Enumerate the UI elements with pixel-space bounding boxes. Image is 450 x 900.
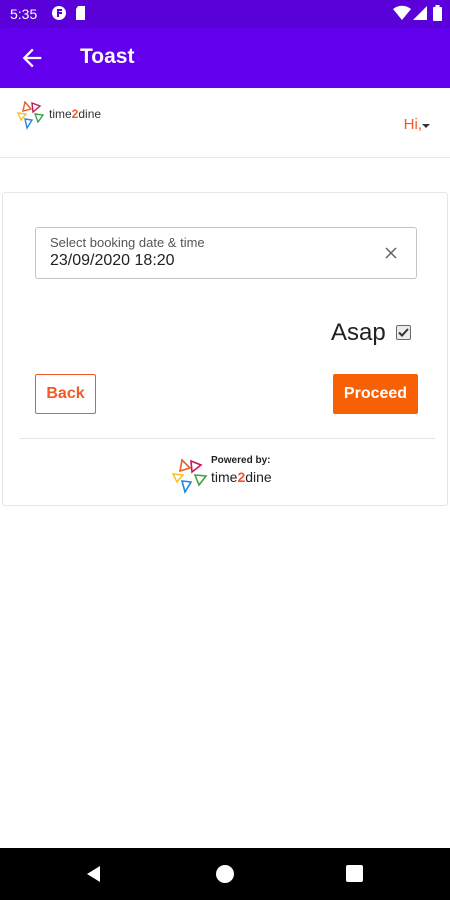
booking-date-field[interactable]: Select booking date & time 23/09/2020 18… xyxy=(35,227,417,279)
powered-by-label: Powered by: xyxy=(211,455,271,466)
page-title: Toast xyxy=(80,45,135,68)
powered-brand: time2dine xyxy=(211,469,272,485)
booking-date-label: Select booking date & time xyxy=(50,235,205,250)
nav-recents-icon[interactable] xyxy=(346,865,363,882)
time2dine-logo xyxy=(16,100,45,130)
header-card: time2dine Hi, xyxy=(0,92,450,158)
signal-icon xyxy=(413,6,427,20)
back-arrow-icon[interactable] xyxy=(18,44,46,72)
battery-icon xyxy=(433,5,442,21)
nav-back-icon[interactable] xyxy=(84,864,104,884)
system-nav-bar xyxy=(0,848,450,900)
asap-checkbox[interactable] xyxy=(396,325,411,340)
time2dine-logo-footer xyxy=(171,458,208,495)
status-bar: 5:35 xyxy=(0,0,450,28)
nav-home-icon[interactable] xyxy=(216,865,234,883)
proceed-button[interactable]: Proceed xyxy=(333,374,418,414)
booking-date-value[interactable]: 23/09/2020 18:20 xyxy=(50,252,175,270)
status-time: 5:35 xyxy=(10,6,38,22)
checkmark-icon xyxy=(398,328,409,337)
app-bar: Toast xyxy=(0,28,450,88)
back-button[interactable]: Back xyxy=(35,374,96,414)
logo-text: time2dine xyxy=(49,107,102,121)
user-greeting-dropdown[interactable]: Hi, xyxy=(404,116,422,133)
notification-f-icon xyxy=(52,6,66,20)
booking-card: Select booking date & time 23/09/2020 18… xyxy=(2,192,448,506)
divider xyxy=(19,438,435,439)
wifi-icon xyxy=(393,5,411,21)
asap-label: Asap xyxy=(331,319,386,346)
close-icon[interactable] xyxy=(382,244,400,262)
caret-down-icon[interactable] xyxy=(422,124,430,128)
sim-card-icon xyxy=(76,6,85,20)
